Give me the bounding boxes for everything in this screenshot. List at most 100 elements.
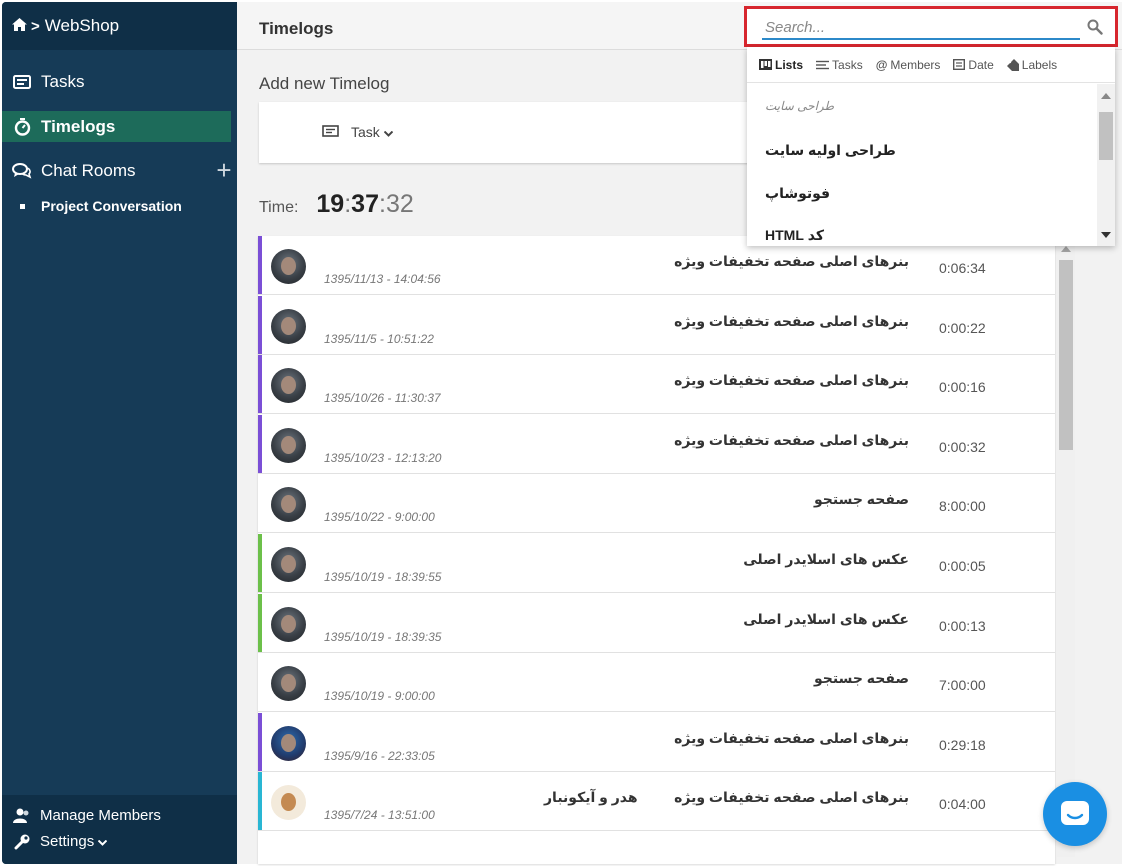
search-icon[interactable] [1087, 19, 1103, 40]
timelog-row[interactable]: 1395/10/26 - 11:30:37 بنرهای اصلی صفحه تخ… [258, 355, 1055, 415]
add-timelog-card: Task [259, 102, 769, 163]
timelog-task[interactable]: عکس های اسلایدر اصلی [743, 611, 909, 628]
list-color-bar [258, 236, 262, 294]
wrench-icon [11, 834, 33, 850]
card-icon [11, 74, 33, 89]
filter-tasks[interactable]: Tasks [816, 58, 863, 72]
chat-room-label: Project Conversation [41, 198, 182, 214]
timelog-date: 1395/10/19 - 18:39:55 [324, 570, 442, 584]
filter-label: Tasks [832, 57, 863, 72]
sidebar-item-chat-rooms[interactable]: Chat Rooms + [2, 155, 237, 186]
scrollbar-thumb[interactable] [1099, 112, 1113, 160]
filter-members[interactable]: @ Members [876, 58, 941, 72]
scroll-down-arrow[interactable] [1101, 232, 1111, 238]
project-name[interactable]: WebShop [45, 16, 119, 36]
task-selector[interactable]: Task [322, 124, 394, 140]
timelog-task[interactable]: بنرهای اصلی صفحه تخفیفات ویژه [674, 313, 909, 330]
dropdown-scrollbar[interactable] [1097, 84, 1115, 246]
home-icon[interactable] [12, 18, 27, 34]
avatar[interactable] [271, 427, 306, 463]
filter-date[interactable]: Date [953, 58, 994, 72]
timer-hours: 19 [316, 190, 345, 218]
page-title: Timelogs [259, 19, 334, 38]
list-color-bar [258, 534, 262, 592]
search-result-item[interactable]: کد HTML [765, 227, 824, 244]
timelog-row[interactable]: 1395/10/23 - 12:13:20 بنرهای اصلی صفحه تخ… [258, 414, 1055, 474]
calendar-icon [953, 59, 966, 70]
timelog-date: 1395/10/19 - 9:00:00 [324, 689, 435, 704]
add-chat-room-button[interactable]: + [211, 155, 237, 186]
list-color-bar [258, 712, 262, 771]
avatar[interactable] [271, 606, 306, 642]
avatar[interactable] [271, 547, 306, 582]
timelog-date: 1395/10/19 - 18:39:35 [324, 629, 442, 644]
settings-label: Settings [40, 833, 95, 850]
sidebar-item-label: Timelogs [41, 116, 116, 136]
settings-menu[interactable]: Settings [11, 833, 108, 850]
filter-label: Lists [775, 57, 804, 72]
sidebar-item-tasks[interactable]: Tasks [2, 66, 231, 97]
timelog-task[interactable]: بنرهای اصلی صفحه تخفیفات ویژه [674, 432, 909, 449]
scrollbar-thumb[interactable] [1059, 260, 1073, 450]
timelog-label: هدر و آیکونبار [544, 789, 638, 806]
search-box [744, 6, 1118, 47]
timer: Time: 19:37:32 [259, 190, 414, 219]
sidebar-item-timelogs[interactable]: Timelogs [2, 111, 231, 142]
timelog-task[interactable]: بنرهای اصلی صفحه تخفیفات ویژه [674, 372, 909, 389]
filter-labels[interactable]: Labels [1006, 58, 1057, 72]
timelog-task[interactable]: بنرهای اصلی صفحه تخفیفات ویژه [674, 789, 909, 806]
timelog-row[interactable]: 1395/9/16 - 22:33:05 بنرهای اصلی صفحه تخف… [258, 712, 1055, 772]
timelog-row[interactable]: 1395/10/19 - 18:39:35 عکس های اسلایدر اصل… [258, 593, 1055, 653]
breadcrumb[interactable]: > WebShop [2, 2, 237, 50]
search-input[interactable] [762, 16, 1080, 40]
bullet-icon [20, 203, 25, 209]
avatar[interactable] [271, 249, 306, 284]
search-result-item[interactable]: فوتوشاپ [765, 185, 830, 202]
scroll-up-arrow[interactable] [1101, 93, 1111, 99]
timelog-date: 1395/9/16 - 22:33:05 [324, 748, 435, 763]
avatar[interactable] [271, 487, 306, 523]
list-color-bar [258, 355, 262, 414]
timelog-date: 1395/11/13 - 14:04:56 [324, 272, 441, 286]
chat-widget-button[interactable] [1043, 782, 1107, 846]
timelog-row[interactable]: 1395/7/24 - 13:51:00 بنرهای اصلی صفحه تخف… [258, 772, 1055, 832]
timelog-duration: 0:00:22 [939, 319, 986, 336]
chat-icon [11, 162, 33, 179]
avatar[interactable] [271, 666, 306, 702]
list-color-bar [258, 414, 262, 473]
timelog-task[interactable]: بنرهای اصلی صفحه تخفیفات ویژه [674, 730, 909, 747]
timelog-date: 1395/11/5 - 10:51:22 [324, 331, 434, 346]
search-result-item[interactable]: طراحی اولیه سایت [765, 142, 896, 159]
avatar[interactable] [271, 725, 306, 761]
members-icon [11, 808, 33, 824]
chat-room-item[interactable]: Project Conversation [20, 198, 182, 214]
timer-value: 19:37:32 [316, 190, 414, 218]
avatar[interactable] [271, 308, 306, 344]
list-color-bar [258, 593, 262, 652]
avatar[interactable] [271, 368, 306, 404]
timelog-task[interactable]: عکس های اسلایدر اصلی [743, 551, 909, 568]
manage-members-link[interactable]: Manage Members [11, 807, 161, 824]
scroll-up-arrow[interactable] [1061, 246, 1071, 252]
timelog-row[interactable]: 1395/10/19 - 9:00:00 صفحه جستجو 7:00:00 [258, 653, 1055, 713]
timelog-duration: 0:04:00 [939, 796, 986, 813]
list-color-bar [258, 772, 262, 831]
timelog-task[interactable]: بنرهای اصلی صفحه تخفیفات ویژه [674, 253, 909, 270]
sidebar-item-label: Tasks [41, 71, 85, 91]
filter-lists[interactable]: Lists [759, 58, 803, 72]
sidebar-item-label: Chat Rooms [41, 160, 136, 180]
messenger-icon [1061, 801, 1089, 825]
timelog-row[interactable]: 1395/10/19 - 18:39:55 عکس های اسلایدر اصل… [258, 534, 1055, 593]
at-icon: @ [875, 57, 888, 72]
search-results: طراحی سایت طراحی اولیه سایت فوتوشاپ کد H… [747, 84, 1097, 246]
timelog-row[interactable]: 1395/11/5 - 10:51:22 بنرهای اصلی صفحه تخف… [258, 295, 1055, 355]
timelog-task[interactable]: صفحه جستجو [814, 670, 909, 687]
search-filters: Lists Tasks @ Members Date Labels [747, 47, 1115, 83]
timelog-task[interactable]: صفحه جستجو [814, 491, 909, 508]
list-scrollbar[interactable] [1057, 242, 1075, 857]
timelog-row[interactable]: 1395/10/22 - 9:00:00 صفحه جستجو 8:00:00 [258, 474, 1055, 534]
list-color-bar [258, 295, 262, 354]
chevron-down-icon [383, 124, 394, 140]
sidebar-footer: Manage Members Settings [2, 795, 237, 864]
avatar[interactable] [271, 785, 306, 821]
